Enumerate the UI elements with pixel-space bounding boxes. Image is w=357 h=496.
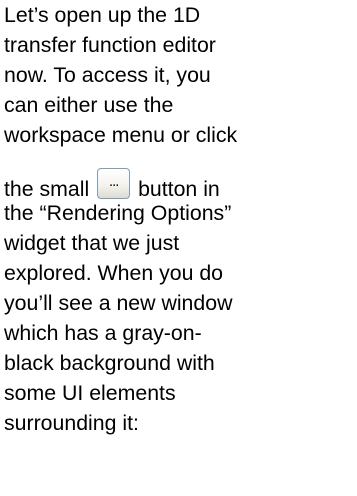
- text-line-2: transfer function editor: [4, 33, 216, 57]
- ellipsis-button-icon: ...: [97, 168, 131, 199]
- text-line-5: workspace menu or click: [4, 123, 238, 147]
- text-line-9: explored. When you do: [4, 261, 224, 285]
- text-line-13: some UI elements: [4, 381, 176, 405]
- text-line-3: now. To access it, you: [4, 63, 211, 87]
- text-line-6: the small ... button in: [4, 168, 220, 201]
- ellipsis-button-label: ...: [108, 175, 119, 190]
- text-line-4: can either use the: [4, 93, 174, 117]
- text-line-14: surrounding it:: [4, 411, 139, 435]
- text-line-12: black background with: [4, 351, 215, 375]
- text-line-7: the “Rendering Options”: [4, 201, 232, 225]
- text-line-1: Let’s open up the 1D: [4, 3, 201, 27]
- text-line-8: widget that we just: [4, 231, 180, 255]
- text-line-11: which has a gray-on-: [4, 321, 202, 345]
- text-line-10: you’ll see a new window: [4, 291, 233, 315]
